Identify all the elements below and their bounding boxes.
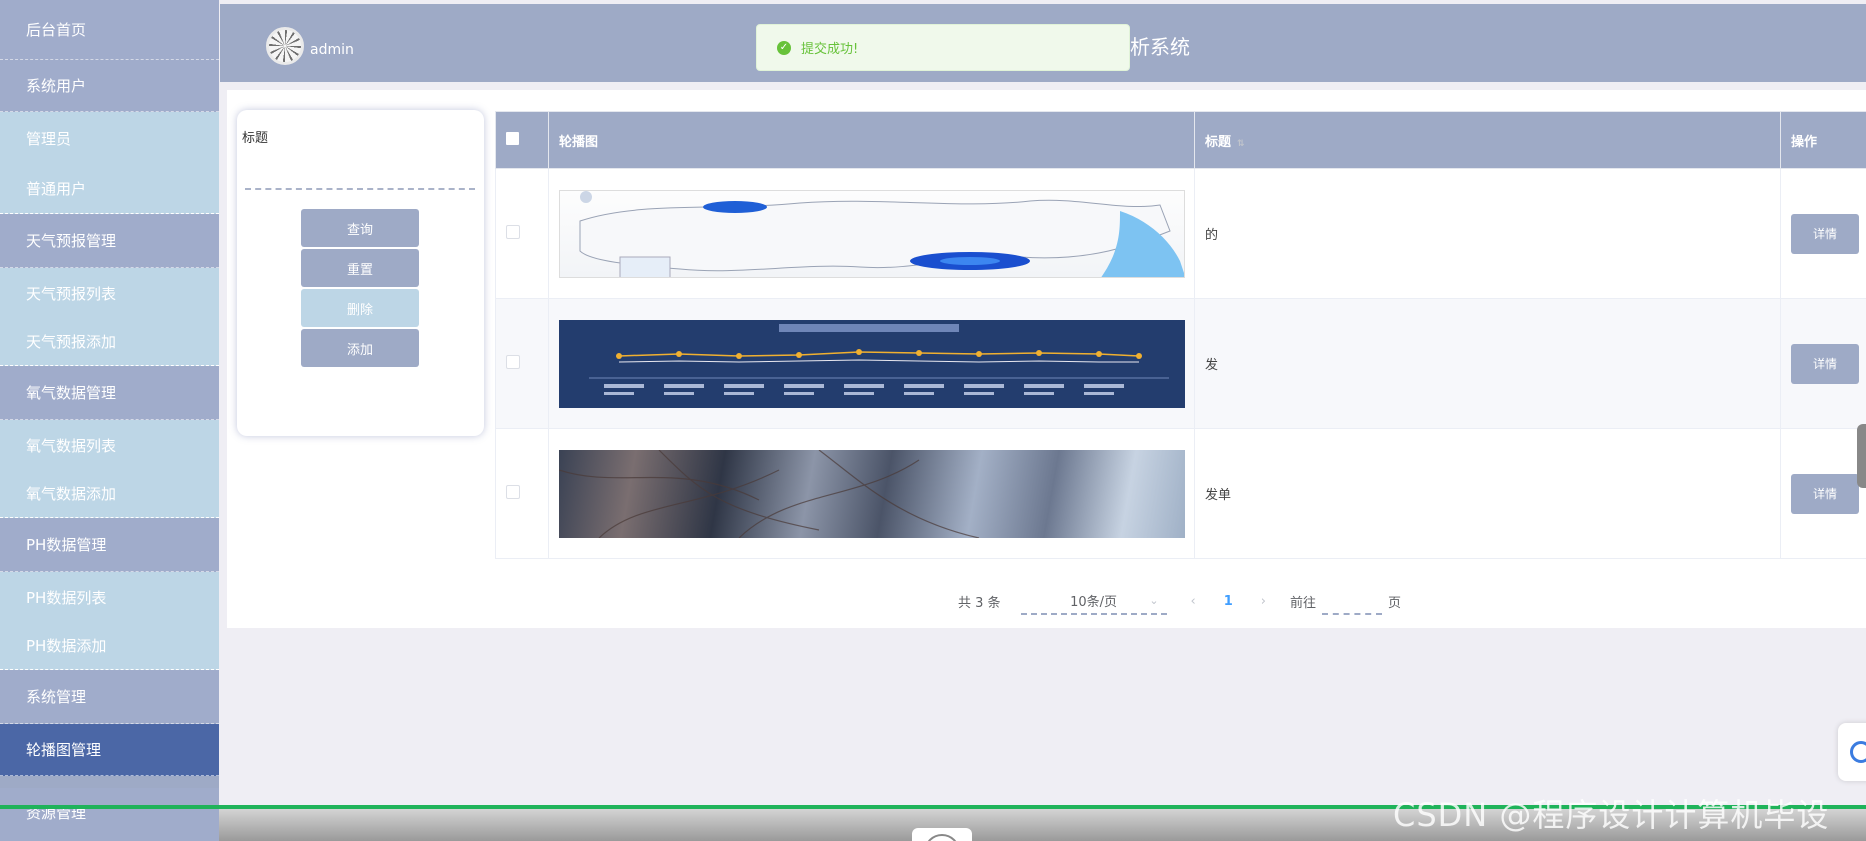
row-select-cell[interactable] bbox=[495, 428, 549, 559]
success-check-icon: ✓ bbox=[777, 40, 791, 55]
select-all-checkbox[interactable] bbox=[506, 131, 519, 145]
detail-button[interactable]: 详情 bbox=[1791, 473, 1859, 514]
detail-button[interactable]: 详情 bbox=[1791, 343, 1859, 384]
sidebar-item[interactable]: 氧气数据列表 bbox=[0, 420, 219, 470]
toast-message: 提交成功! bbox=[801, 42, 859, 57]
sidebar-item[interactable]: 系统管理 bbox=[0, 670, 219, 724]
action-column-header: 操作 bbox=[1780, 111, 1866, 169]
sidebar-item[interactable]: 氧气数据管理 bbox=[0, 366, 219, 420]
carousel-photo-image bbox=[559, 449, 1185, 538]
page-size-value: 10条/页 bbox=[1070, 594, 1118, 610]
sidebar-item[interactable]: 氧气数据添加 bbox=[0, 470, 219, 518]
sidebar-item-resource[interactable]: 资源管理 bbox=[0, 788, 219, 841]
delete-button[interactable]: 删除 bbox=[301, 289, 419, 327]
sidebar-item[interactable]: 管理员 bbox=[0, 112, 219, 164]
image-column-header: 轮播图 bbox=[548, 111, 1195, 169]
title-search-label: 标题 bbox=[242, 131, 269, 146]
table-header-row: 轮播图 标题 ⇅ 操作 bbox=[495, 111, 1866, 169]
photo-graphic bbox=[559, 449, 980, 538]
main-content: 标题 查询 重置 删除 添加 轮播图 标题 ⇅ 操作 的 详情 发 详情 发单 … bbox=[227, 90, 1866, 628]
sidebar-item-label: 系统用户 bbox=[26, 77, 87, 95]
watermark: CSDN @程序设计计算机毕设 bbox=[1393, 796, 1830, 834]
detail-button[interactable]: 详情 bbox=[1791, 213, 1859, 254]
pagination: 共 3 条 10条/页 ⌄ ‹ 1 › 前往 页 bbox=[958, 586, 1401, 616]
sidebar-item-label: 后台首页 bbox=[26, 21, 87, 39]
image-cell bbox=[548, 428, 1195, 559]
table-row: 发 详情 bbox=[495, 298, 1866, 429]
sidebar-item-label: 天气预报添加 bbox=[26, 333, 117, 351]
username-label[interactable]: admin bbox=[310, 42, 354, 58]
help-icon bbox=[1850, 741, 1866, 763]
sidebar-item[interactable]: 轮播图管理 bbox=[0, 724, 219, 776]
sidebar-item-label: PH数据列表 bbox=[26, 588, 107, 607]
footer-control[interactable] bbox=[912, 828, 972, 841]
sidebar-item[interactable]: 天气预报添加 bbox=[0, 318, 219, 366]
sidebar-item-label: 轮播图管理 bbox=[26, 741, 102, 759]
page-number-current[interactable]: 1 bbox=[1224, 594, 1233, 609]
table-row: 发单 详情 bbox=[495, 428, 1866, 559]
side-scroll-handle[interactable] bbox=[1857, 424, 1866, 488]
success-toast: ✓ 提交成功! bbox=[756, 24, 1130, 71]
sidebar-item-label: PH数据添加 bbox=[26, 637, 107, 655]
sidebar-item[interactable]: 天气预报管理 bbox=[0, 214, 219, 268]
avatar[interactable] bbox=[266, 27, 304, 65]
chevron-down-icon: ⌄ bbox=[1149, 593, 1159, 607]
row-checkbox[interactable] bbox=[506, 354, 520, 369]
sidebar-item[interactable]: 天气预报列表 bbox=[0, 268, 219, 318]
image-cell bbox=[548, 168, 1195, 299]
sidebar-item-label: 管理员 bbox=[26, 129, 72, 148]
sidebar-item[interactable]: 系统用户 bbox=[0, 60, 219, 112]
title-cell: 发 bbox=[1194, 298, 1781, 429]
page-size-select[interactable]: 10条/页 ⌄ bbox=[1020, 587, 1167, 615]
circle-icon bbox=[924, 834, 960, 841]
carousel-chart-image bbox=[559, 319, 1185, 408]
sidebar-item-label: 氧气数据列表 bbox=[26, 436, 117, 455]
goto-suffix: 页 bbox=[1388, 595, 1402, 611]
row-select-cell[interactable] bbox=[495, 298, 549, 429]
sidebar-item-label: PH数据管理 bbox=[26, 536, 107, 554]
action-cell: 详情 bbox=[1780, 298, 1866, 429]
sidebar-item[interactable]: PH数据添加 bbox=[0, 622, 219, 670]
sort-icon[interactable]: ⇅ bbox=[1237, 139, 1245, 149]
sidebar-item[interactable]: 后台首页 bbox=[0, 0, 219, 60]
table-row: 的 详情 bbox=[495, 168, 1866, 299]
row-checkbox[interactable] bbox=[506, 484, 520, 499]
image-cell bbox=[548, 298, 1195, 429]
title-column-header[interactable]: 标题 ⇅ bbox=[1194, 111, 1781, 169]
goto-page-input[interactable] bbox=[1322, 587, 1383, 615]
search-form-card: 标题 查询 重置 删除 添加 bbox=[237, 110, 484, 436]
title-cell: 发单 bbox=[1194, 428, 1781, 559]
sidebar-item-label: 天气预报管理 bbox=[26, 232, 117, 250]
total-count: 共 3 条 bbox=[958, 595, 1001, 611]
title-header-label: 标题 bbox=[1205, 134, 1232, 150]
chart-graphic bbox=[589, 323, 1169, 395]
sidebar-item-label: 氧气数据管理 bbox=[26, 384, 117, 402]
goto-label: 前往 bbox=[1290, 595, 1317, 611]
sidebar-nav: 后台首页系统用户管理员普通用户天气预报管理 天气预报列表 天气预报添加 氧气数据管理氧… bbox=[0, 0, 219, 841]
title-cell: 的 bbox=[1194, 168, 1781, 299]
next-page-icon[interactable]: › bbox=[1261, 594, 1266, 609]
query-button[interactable]: 查询 bbox=[301, 209, 419, 247]
row-select-cell[interactable] bbox=[495, 168, 549, 299]
sidebar-item-label: 氧气数据添加 bbox=[26, 485, 117, 503]
action-cell: 详情 bbox=[1780, 428, 1866, 559]
map-graphic bbox=[579, 190, 1184, 277]
sidebar-item-label: 系统管理 bbox=[26, 688, 87, 706]
carousel-table: 轮播图 标题 ⇅ 操作 的 详情 发 详情 发单 详情 bbox=[495, 111, 1866, 561]
sidebar-item-label: 天气预报列表 bbox=[26, 284, 117, 303]
add-button[interactable]: 添加 bbox=[301, 329, 419, 367]
system-title: 析系统 bbox=[1130, 35, 1190, 59]
sidebar-item[interactable]: 普通用户 bbox=[0, 164, 219, 214]
select-all-cell[interactable] bbox=[495, 111, 549, 169]
prev-page-icon[interactable]: ‹ bbox=[1191, 594, 1196, 609]
sidebar-item[interactable]: PH数据管理 bbox=[0, 518, 219, 572]
action-cell: 详情 bbox=[1780, 168, 1866, 299]
row-checkbox[interactable] bbox=[506, 224, 520, 239]
reset-button[interactable]: 重置 bbox=[301, 249, 419, 287]
sidebar-item[interactable]: PH数据列表 bbox=[0, 572, 219, 622]
title-search-input[interactable] bbox=[245, 160, 475, 190]
carousel-map-image bbox=[559, 189, 1185, 278]
sidebar-item-label: 普通用户 bbox=[26, 180, 87, 198]
floating-help-widget[interactable] bbox=[1838, 723, 1866, 781]
